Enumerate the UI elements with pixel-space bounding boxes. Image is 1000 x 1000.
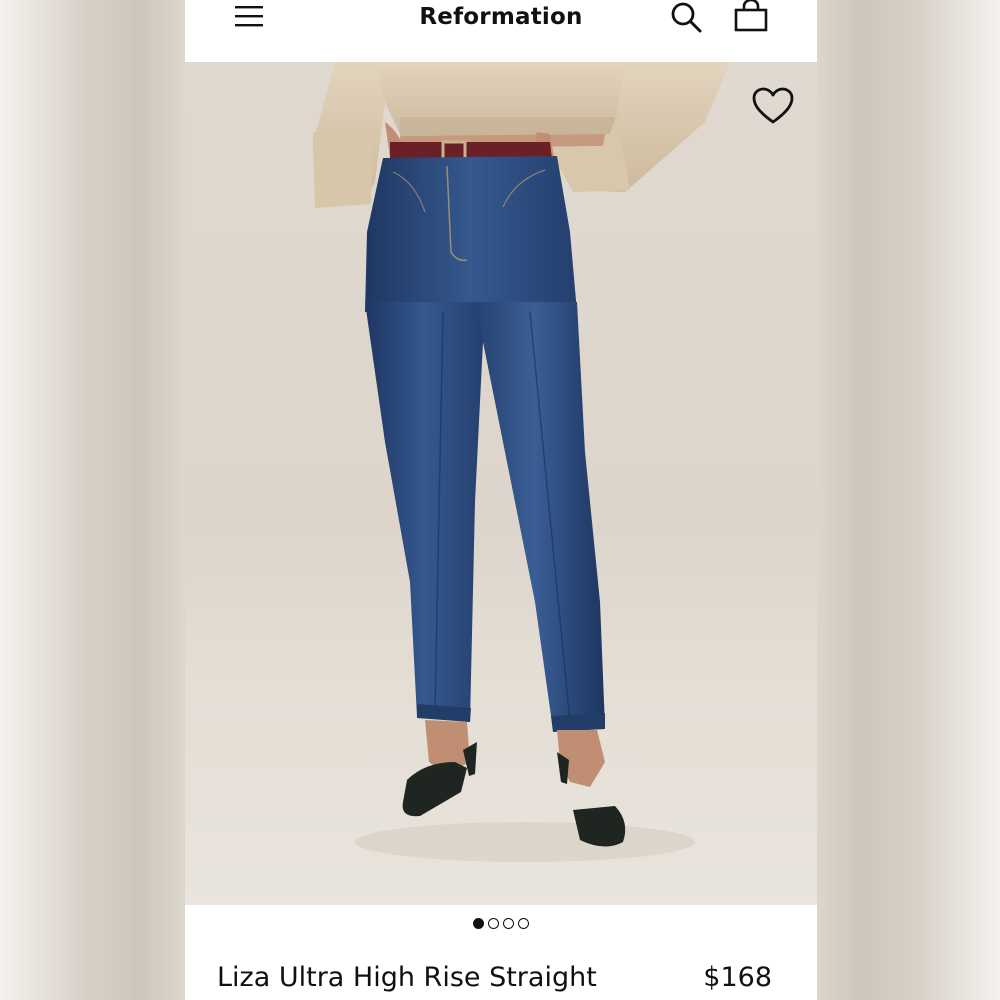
heart-icon[interactable]	[751, 86, 795, 126]
shopping-bag-icon[interactable]	[733, 0, 769, 34]
top-header: Reformation	[185, 0, 817, 62]
product-image[interactable]	[185, 62, 817, 905]
carousel-dot-1[interactable]	[473, 918, 484, 930]
carousel-dot-3[interactable]	[503, 918, 514, 930]
phone-screen: Reformation Liza Ultra High Rise Straigh…	[185, 0, 817, 1000]
carousel-dot-2[interactable]	[488, 918, 499, 930]
product-info-row: Liza Ultra High Rise Straight $168	[217, 958, 772, 998]
product-name[interactable]: Liza Ultra High Rise Straight	[217, 958, 597, 998]
product-photo	[185, 62, 817, 905]
product-price: $168	[703, 962, 772, 993]
carousel-dot-4[interactable]	[518, 918, 529, 930]
search-icon[interactable]	[669, 0, 703, 34]
carousel-dots	[185, 915, 817, 933]
brand-logo[interactable]: Reformation	[185, 0, 817, 34]
